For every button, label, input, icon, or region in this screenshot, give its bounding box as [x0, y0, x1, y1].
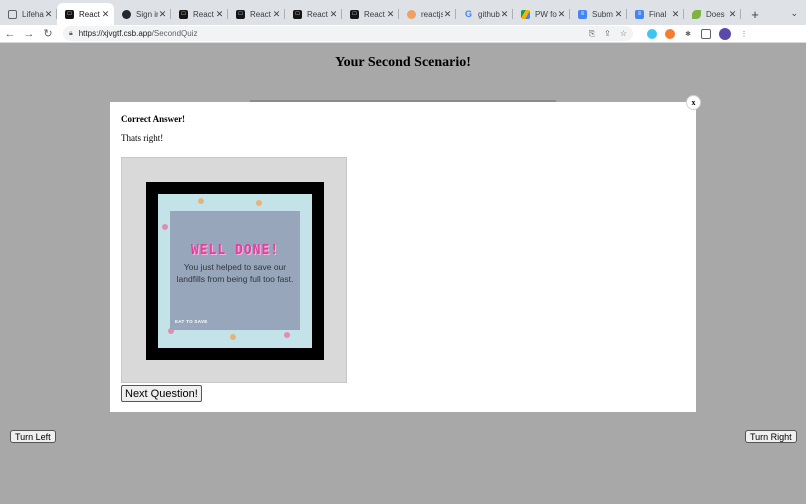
profile-avatar[interactable]: [719, 27, 731, 40]
tab-label: Final: [649, 9, 667, 19]
close-tab-icon[interactable]: ✕: [158, 9, 167, 20]
install-app-icon[interactable]: ⎘: [589, 29, 595, 39]
github-icon: [122, 9, 131, 19]
tab-label: React: [79, 9, 100, 19]
image-message-card: WELL DONE! You just helped to save our l…: [170, 211, 300, 330]
tab-label: reactjs: [421, 9, 443, 19]
browser-tab-4[interactable]: □ React ✕: [171, 3, 228, 25]
turn-right-button[interactable]: Turn Right: [745, 430, 797, 443]
browser-tab-9[interactable]: G github ✕: [456, 3, 513, 25]
image-black-border: WELL DONE! You just helped to save our l…: [146, 182, 324, 360]
modal-message: Thats right!: [121, 133, 164, 143]
google-icon: G: [464, 9, 472, 19]
pizza-slice-decoration: [256, 200, 262, 206]
result-modal: Correct Answer! Thats right! WELL DONE! …: [110, 102, 696, 412]
next-question-button[interactable]: Next Question!: [121, 385, 202, 402]
browser-tab-3[interactable]: Sign in ✕: [114, 3, 171, 25]
close-tab-icon[interactable]: ✕: [443, 9, 452, 20]
page-icon: [8, 9, 17, 19]
drive-icon: [521, 9, 530, 19]
pizza-slice-decoration: [230, 334, 236, 340]
close-tab-icon[interactable]: ✕: [101, 9, 110, 20]
figure-icon: [407, 9, 416, 19]
browser-toolbar: ← → ↻ 🔒︎ https://xjvgtf.csb.app/SecondQu…: [0, 25, 806, 43]
browser-tab-7[interactable]: □ React ✕: [342, 3, 399, 25]
close-tab-icon[interactable]: ✕: [215, 9, 224, 20]
reload-icon[interactable]: ↻: [39, 26, 57, 42]
leaf-icon: [692, 9, 701, 19]
close-tab-icon[interactable]: ✕: [671, 9, 680, 20]
result-image: WELL DONE! You just helped to save our l…: [121, 157, 347, 383]
close-tab-icon[interactable]: ✕: [329, 9, 338, 20]
close-tab-icon[interactable]: ✕: [500, 9, 509, 20]
turn-left-button[interactable]: Turn Left: [10, 430, 56, 443]
back-arrow-icon[interactable]: ←: [1, 26, 19, 42]
new-tab-icon[interactable]: +: [745, 3, 765, 25]
browser-tab-10[interactable]: PW fo ✕: [513, 3, 570, 25]
address-bar[interactable]: 🔒︎ https://xjvgtf.csb.app/SecondQuiz ⎘ ⇪…: [63, 26, 633, 41]
close-tab-icon[interactable]: ✕: [272, 9, 281, 20]
page-content: Your Second Scenario! Turn Left Turn Rig…: [0, 44, 806, 504]
url-host: https://xjvgtf.csb.app: [78, 29, 152, 38]
well-done-headline: WELL DONE!: [190, 243, 280, 258]
browser-tab-6[interactable]: □ React ✕: [285, 3, 342, 25]
browser-tab-1[interactable]: Lifehac ✕: [0, 3, 57, 25]
browser-tab-strip: Lifehac ✕ □ React ✕ Sign in ✕ □ React ✕ …: [0, 0, 806, 25]
docs-icon: ≡: [635, 9, 644, 19]
close-tab-icon[interactable]: ✕: [386, 9, 395, 20]
browser-tab-13[interactable]: Does ✕: [684, 3, 741, 25]
tab-label: PW fo: [535, 9, 557, 19]
tab-label: github: [478, 9, 500, 19]
tab-label: Subm: [592, 9, 613, 19]
codesandbox-icon: □: [293, 9, 302, 19]
image-message-text: You just helped to save our landfills fr…: [176, 262, 294, 284]
flower-decoration: [162, 224, 168, 230]
share-icon[interactable]: ⇪: [604, 29, 611, 39]
tab-label: React: [364, 9, 385, 19]
kebab-menu-icon[interactable]: ⋮: [739, 29, 749, 39]
eat-to-save-tag: EAT TO SAVE: [175, 319, 208, 324]
browser-tab-8[interactable]: reactjs ✕: [399, 3, 456, 25]
tab-label: Sign in: [136, 9, 158, 19]
forward-arrow-icon[interactable]: →: [20, 26, 38, 42]
browser-tab-11[interactable]: ≡ Subm ✕: [570, 3, 627, 25]
browser-tab-12[interactable]: ≡ Final ✕: [627, 3, 684, 25]
page-title: Your Second Scenario!: [335, 55, 471, 70]
close-tab-icon[interactable]: ✕: [614, 9, 623, 20]
bookmark-star-icon[interactable]: ☆: [620, 29, 627, 39]
codesandbox-icon: □: [65, 9, 74, 19]
close-tab-icon[interactable]: ✕: [44, 9, 53, 20]
tab-search-chevron-icon[interactable]: ⌄: [790, 8, 798, 19]
tab-label: Does: [706, 9, 725, 19]
image-teal-background: WELL DONE! You just helped to save our l…: [158, 194, 312, 348]
browser-tab-5[interactable]: □ React ✕: [228, 3, 285, 25]
modal-close-button[interactable]: x: [686, 95, 701, 110]
tab-label: React: [193, 9, 214, 19]
extension-blue-icon[interactable]: [647, 28, 657, 39]
lock-icon[interactable]: 🔒︎: [69, 30, 73, 38]
modal-heading: Correct Answer!: [121, 114, 186, 124]
docs-icon: ≡: [578, 9, 587, 19]
tab-label: React: [307, 9, 328, 19]
tab-label: Lifehac: [22, 9, 44, 19]
codesandbox-icon: □: [179, 9, 188, 19]
tab-label: React: [250, 9, 271, 19]
pizza-slice-decoration: [198, 198, 204, 204]
extension-orange-icon[interactable]: [665, 28, 675, 39]
codesandbox-icon: □: [236, 9, 245, 19]
extensions-puzzle-icon[interactable]: ✱: [683, 29, 693, 39]
close-tab-icon[interactable]: ✕: [557, 9, 566, 20]
flower-decoration: [284, 332, 290, 338]
close-tab-icon[interactable]: ✕: [728, 9, 737, 20]
browser-tab-2[interactable]: □ React ✕: [57, 3, 114, 25]
side-panel-icon[interactable]: [701, 28, 711, 39]
codesandbox-icon: □: [350, 9, 359, 19]
url-path: /SecondQuiz: [151, 29, 198, 38]
